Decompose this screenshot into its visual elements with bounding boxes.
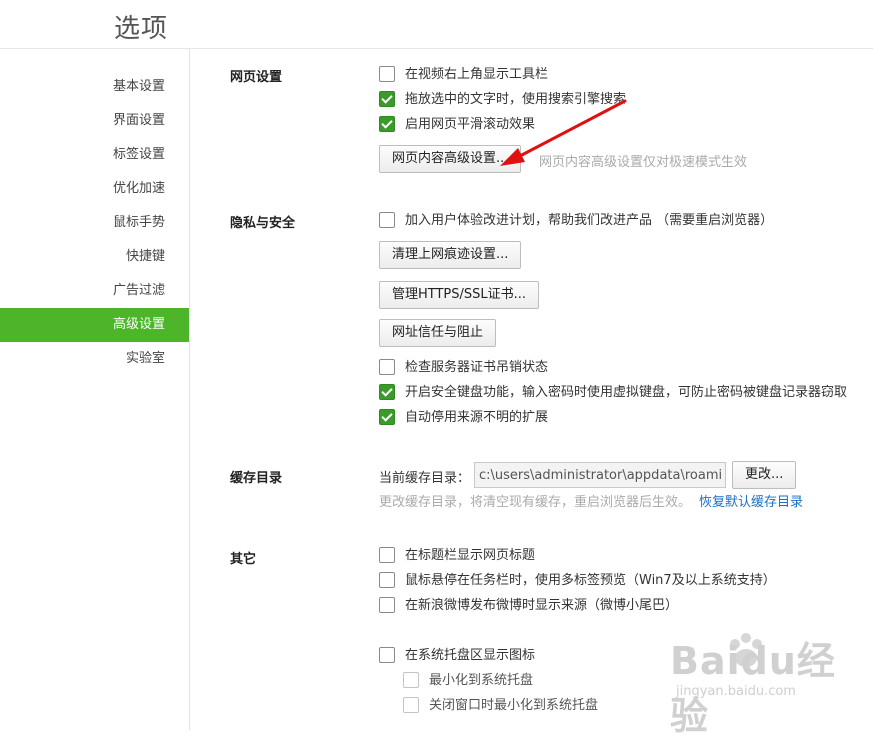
option-close-to-tray[interactable]: 关闭窗口时最小化到系统托盘 xyxy=(403,696,598,716)
checkbox[interactable] xyxy=(379,646,395,663)
sidebar-item-shortcuts[interactable]: 快捷键 xyxy=(0,240,189,274)
sidebar-item-adblock[interactable]: 广告过滤 xyxy=(0,274,189,308)
checkbox[interactable] xyxy=(379,546,395,563)
section-title-webpage: 网页设置 xyxy=(230,70,283,85)
page-title: 选项 xyxy=(114,14,169,44)
option-tray-icon[interactable]: 在系统托盘区显示图标 xyxy=(379,646,535,666)
cache-note: 更改缓存目录，将清空现有缓存，重启浏览器后生效。 xyxy=(379,495,692,510)
baidu-watermark: Baidu经验 jingyan.baidu.com xyxy=(670,630,860,738)
sidebar-item-basic[interactable]: 基本设置 xyxy=(0,70,189,104)
cache-path-field[interactable] xyxy=(474,462,726,488)
option-drag-search[interactable]: 拖放选中的文字时，使用搜索引擎搜索 xyxy=(379,90,626,110)
option-label: 在系统托盘区显示图标 xyxy=(405,648,536,663)
checkbox[interactable] xyxy=(379,358,395,375)
checkbox[interactable] xyxy=(403,671,419,688)
url-trust-button[interactable]: 网址信任与阻止 xyxy=(379,319,497,347)
section-title-cache: 缓存目录 xyxy=(230,471,283,486)
option-user-experience[interactable]: 加入用户体验改进计划，帮助我们改进产品 （需要重启浏览器） xyxy=(379,211,773,231)
sidebar-divider xyxy=(189,49,190,730)
checkbox[interactable] xyxy=(379,211,395,228)
option-label: 加入用户体验改进计划，帮助我们改进产品 （需要重启浏览器） xyxy=(405,213,774,228)
option-label: 最小化到系统托盘 xyxy=(429,673,534,688)
option-weibo-source[interactable]: 在新浪微博发布微博时显示来源（微博小尾巴） xyxy=(379,596,678,616)
option-minimize-to-tray[interactable]: 最小化到系统托盘 xyxy=(403,671,533,691)
sidebar-item-advanced[interactable]: 高级设置 xyxy=(0,308,189,342)
checkbox[interactable] xyxy=(403,696,419,713)
sidebar-item-tabs[interactable]: 标签设置 xyxy=(0,138,189,172)
header-divider xyxy=(0,48,873,49)
option-label: 关闭窗口时最小化到系统托盘 xyxy=(429,698,599,713)
option-label: 在标题栏显示网页标题 xyxy=(405,548,536,563)
clear-history-button[interactable]: 清理上网痕迹设置... xyxy=(379,241,522,269)
sidebar: 基本设置 界面设置 标签设置 优化加速 鼠标手势 快捷键 广告过滤 高级设置 实… xyxy=(0,70,189,376)
option-disable-unknown-ext[interactable]: 自动停用来源不明的扩展 xyxy=(379,408,548,428)
sidebar-item-optimize[interactable]: 优化加速 xyxy=(0,172,189,206)
checkbox[interactable] xyxy=(379,571,395,588)
option-label: 自动停用来源不明的扩展 xyxy=(405,410,549,425)
option-title-bar[interactable]: 在标题栏显示网页标题 xyxy=(379,546,535,566)
checkbox[interactable] xyxy=(379,596,395,613)
option-video-toolbar[interactable]: 在视频右上角显示工具栏 xyxy=(379,65,548,85)
checkmark-icon[interactable] xyxy=(379,383,395,400)
advanced-content-settings-button[interactable]: 网页内容高级设置... xyxy=(379,145,522,173)
sidebar-item-mouse-gestures[interactable]: 鼠标手势 xyxy=(0,206,189,240)
option-smooth-scroll[interactable]: 启用网页平滑滚动效果 xyxy=(379,115,535,135)
option-label: 在新浪微博发布微博时显示来源（微博小尾巴） xyxy=(405,598,679,613)
option-label: 拖放选中的文字时，使用搜索引擎搜索 xyxy=(405,92,627,107)
checkmark-icon[interactable] xyxy=(379,408,395,425)
cache-current-label: 当前缓存目录： xyxy=(379,471,471,486)
checkbox[interactable] xyxy=(379,65,395,82)
option-label: 启用网页平滑滚动效果 xyxy=(405,117,536,132)
watermark-url: jingyan.baidu.com xyxy=(676,684,796,699)
restore-default-cache-link[interactable]: 恢复默认缓存目录 xyxy=(699,491,803,510)
checkmark-icon[interactable] xyxy=(379,115,395,132)
sidebar-item-interface[interactable]: 界面设置 xyxy=(0,104,189,138)
sidebar-item-lab[interactable]: 实验室 xyxy=(0,342,189,376)
option-taskbar-preview[interactable]: 鼠标悬停在任务栏时，使用多标签预览（Win7及以上系统支持） xyxy=(379,571,776,591)
option-label: 开启安全键盘功能，输入密码时使用虚拟键盘，可防止密码被键盘记录器窃取 xyxy=(405,385,848,400)
option-label: 检查服务器证书吊销状态 xyxy=(405,360,549,375)
option-secure-keyboard[interactable]: 开启安全键盘功能，输入密码时使用虚拟键盘，可防止密码被键盘记录器窃取 xyxy=(379,383,847,403)
option-cert-revocation[interactable]: 检查服务器证书吊销状态 xyxy=(379,358,548,378)
option-label: 在视频右上角显示工具栏 xyxy=(405,67,549,82)
option-label: 鼠标悬停在任务栏时，使用多标签预览（Win7及以上系统支持） xyxy=(405,573,776,588)
section-title-privacy: 隐私与安全 xyxy=(230,216,296,231)
advanced-content-hint: 网页内容高级设置仅对极速模式生效 xyxy=(539,155,748,170)
change-cache-button[interactable]: 更改... xyxy=(732,461,797,489)
manage-ssl-button[interactable]: 管理HTTPS/SSL证书... xyxy=(379,281,540,309)
checkmark-icon[interactable] xyxy=(379,90,395,107)
section-title-other: 其它 xyxy=(230,552,257,567)
